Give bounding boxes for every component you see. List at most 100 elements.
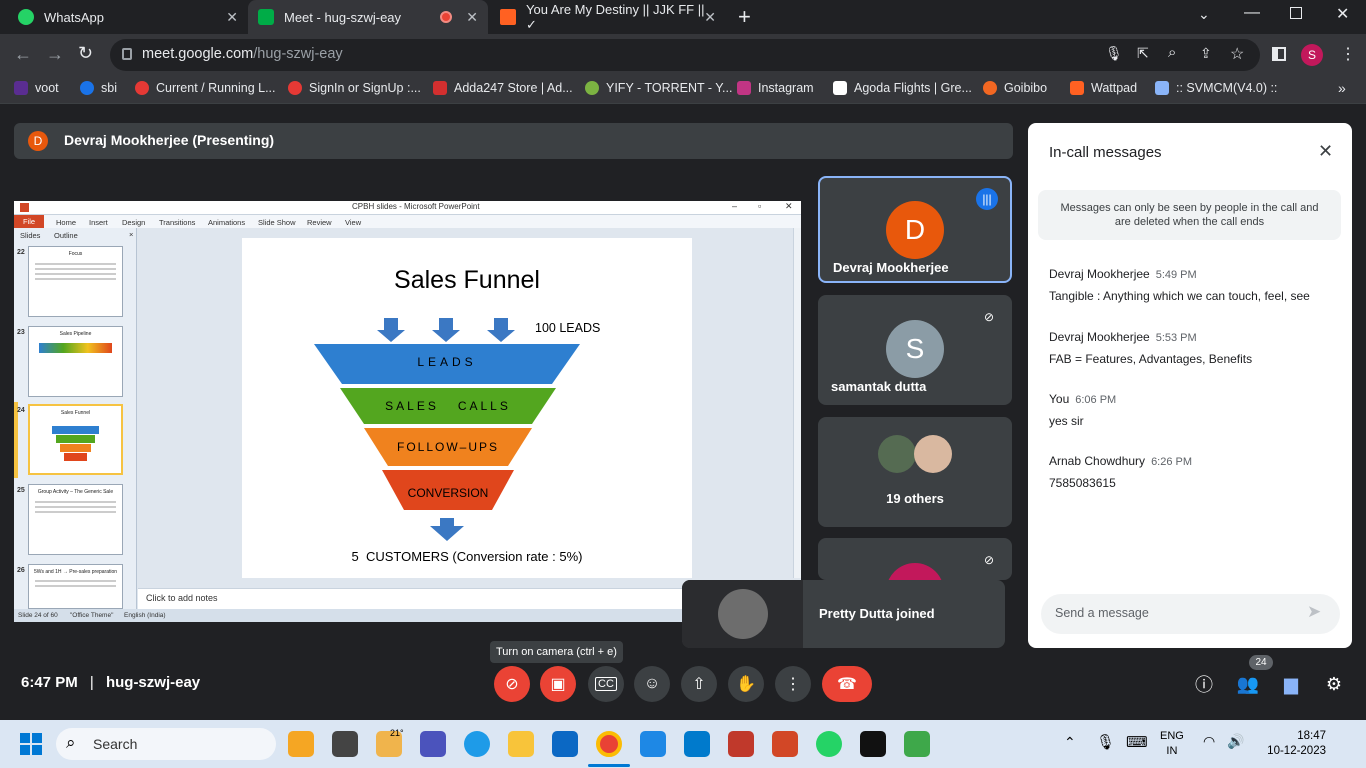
whatsapp-icon[interactable] <box>816 731 842 757</box>
address-bar[interactable]: meet.google.com/hug-szwj-eay 🎙 ⇱ ⌕ ⇪ ☆ <box>110 39 1260 71</box>
people-button[interactable]: 👥 <box>1234 670 1262 698</box>
nodejs-icon[interactable] <box>904 731 930 757</box>
teams-icon[interactable] <box>420 731 446 757</box>
chat-notice: Messages can only be seen by people in t… <box>1038 190 1341 240</box>
tab-jjk[interactable]: You Are My Destiny || JJK FF || ✓ ✕ <box>490 0 726 34</box>
mail-icon[interactable] <box>552 731 578 757</box>
mic-toggle-button[interactable]: ⊘ <box>494 666 530 702</box>
back-icon[interactable]: ← <box>14 44 32 65</box>
keyboard-icon[interactable]: ⌨ <box>1126 733 1148 751</box>
more-bookmarks-icon[interactable]: » <box>1338 80 1346 96</box>
mic-icon[interactable]: 🎙 <box>1105 45 1123 62</box>
bookmark-item[interactable]: Adda247 Store | Ad... <box>433 81 573 95</box>
bookmark-item[interactable]: YIFY - TORRENT - Y... <box>585 81 732 95</box>
send-icon[interactable]: ➤ <box>1307 602 1321 622</box>
others-tile[interactable]: 19 others <box>818 417 1012 527</box>
restore-icon[interactable] <box>1290 7 1302 19</box>
bookmark-item[interactable]: Agoda Flights | Gre... <box>833 81 972 95</box>
bookmark-item[interactable]: Goibibo <box>983 81 1047 95</box>
profile-avatar[interactable]: S <box>1301 44 1323 66</box>
captions-button[interactable]: CC <box>588 666 624 702</box>
meeting-details-button[interactable]: ⓘ <box>1190 670 1218 698</box>
chat-button[interactable]: ▆ <box>1277 670 1305 698</box>
file-explorer-icon[interactable] <box>508 731 534 757</box>
ppt-tab-transitions[interactable]: Transitions <box>159 218 195 227</box>
show-hidden-icons[interactable]: ⌃ <box>1064 734 1076 751</box>
pane-tab-outline[interactable]: Outline <box>54 231 78 240</box>
reload-icon[interactable]: ↻ <box>78 43 93 64</box>
side-panel-icon[interactable] <box>1272 47 1286 61</box>
close-window-icon[interactable]: ✕ <box>1336 4 1349 24</box>
mic-off-icon: ⊘ <box>505 676 519 693</box>
bookmark-item[interactable]: voot <box>14 81 59 95</box>
reactions-button[interactable]: ☺ <box>634 666 670 702</box>
bookmark-item[interactable]: Instagram <box>737 81 814 95</box>
open-in-new-icon[interactable]: ⇱ <box>1137 45 1149 62</box>
bookmark-star-icon[interactable]: ☆ <box>1230 44 1244 64</box>
camera-toggle-button[interactable]: ▣ <box>540 666 576 702</box>
ppt-tab-review[interactable]: Review <box>307 218 332 227</box>
participant-tile[interactable]: ⊘ <box>818 538 1012 580</box>
slide-thumbnail-selected[interactable]: Sales Funnel <box>28 404 123 475</box>
copilot-icon[interactable] <box>288 731 314 757</box>
ppt-tab-view[interactable]: View <box>345 218 361 227</box>
chrome-icon[interactable] <box>596 731 622 757</box>
forward-icon[interactable]: → <box>46 44 64 65</box>
share-icon[interactable]: ⇪ <box>1200 45 1212 62</box>
remote-desktop-icon[interactable] <box>640 731 666 757</box>
taskbar-search[interactable]: ⌕ Search <box>56 728 276 760</box>
tab-meet[interactable]: Meet - hug-szwj-eay ✕ <box>248 0 488 34</box>
vscode-icon[interactable] <box>684 731 710 757</box>
slide-thumbnail[interactable]: Group Activity – The Generic Sale <box>28 484 123 555</box>
bookmark-item[interactable]: sbi <box>80 81 117 95</box>
clock[interactable]: 18:47 10-12-2023 <box>1258 729 1326 759</box>
ppt-tab-slideshow[interactable]: Slide Show <box>258 218 296 227</box>
ppt-tab-file[interactable]: File <box>14 215 44 228</box>
ppt-scrollbar[interactable] <box>793 228 801 578</box>
tab-search-icon[interactable]: ⌄ <box>1198 6 1210 23</box>
close-tab-icon[interactable]: ✕ <box>226 9 238 26</box>
pane-close-icon[interactable]: × <box>129 230 133 239</box>
present-button[interactable]: ⇧ <box>681 666 717 702</box>
ppt-minimize-icon[interactable]: – <box>732 201 737 211</box>
powerpoint-icon[interactable] <box>772 731 798 757</box>
language-indicator[interactable]: ENG IN <box>1160 729 1184 759</box>
activities-button[interactable]: ⚙ <box>1320 670 1348 698</box>
edge-icon[interactable] <box>464 731 490 757</box>
slide-thumbnail[interactable]: 5Ws and 1H → Pre-sales preparation <box>28 564 123 609</box>
close-tab-icon[interactable]: ✕ <box>704 9 716 26</box>
leave-call-button[interactable]: ☎ <box>822 666 872 702</box>
zoom-icon[interactable]: ⌕ <box>1168 44 1176 61</box>
terminal-icon[interactable] <box>860 731 886 757</box>
wifi-icon[interactable]: ◠ <box>1203 733 1215 750</box>
raise-hand-button[interactable]: ✋ <box>728 666 764 702</box>
bookmark-item[interactable]: Wattpad <box>1070 81 1137 95</box>
tab-whatsapp[interactable]: WhatsApp ✕ <box>8 0 248 34</box>
bookmark-item[interactable]: :: SVMCM(V4.0) :: <box>1155 81 1277 95</box>
ppt-tab-home[interactable]: Home <box>56 218 76 227</box>
slide-thumbnail[interactable]: Sales Pipeline <box>28 326 123 397</box>
ppt-tab-design[interactable]: Design <box>122 218 145 227</box>
pane-tab-slides[interactable]: Slides <box>20 231 40 240</box>
ppt-restore-icon[interactable]: ▫ <box>758 201 761 211</box>
participant-tile[interactable]: D ||| Devraj Mookherjee <box>818 176 1012 283</box>
start-icon[interactable] <box>20 733 42 755</box>
close-panel-icon[interactable]: ✕ <box>1318 141 1333 162</box>
menu-icon[interactable]: ⋮ <box>1340 44 1356 64</box>
ppt-tab-insert[interactable]: Insert <box>89 218 108 227</box>
slide-thumbnail[interactable]: Focus <box>28 246 123 317</box>
bookmark-item[interactable]: Current / Running L... <box>135 81 276 95</box>
participant-tile[interactable]: S ⊘ samantak dutta <box>818 295 1012 405</box>
minimize-icon[interactable]: — <box>1244 4 1260 22</box>
volume-icon[interactable]: 🔊 <box>1227 733 1244 750</box>
new-tab-button[interactable]: + <box>738 4 751 30</box>
ppt-close-icon[interactable]: ✕ <box>785 201 793 212</box>
bookmark-item[interactable]: SignIn or SignUp :... <box>288 81 421 95</box>
close-tab-icon[interactable]: ✕ <box>466 9 478 26</box>
mic-tray-icon[interactable]: 🎙 <box>1096 733 1115 751</box>
ppt-tab-animations[interactable]: Animations <box>208 218 245 227</box>
task-view-icon[interactable] <box>332 731 358 757</box>
media-app-icon[interactable] <box>728 731 754 757</box>
message-input[interactable]: Send a message ➤ <box>1041 594 1340 634</box>
more-options-button[interactable]: ⋮ <box>775 666 811 702</box>
